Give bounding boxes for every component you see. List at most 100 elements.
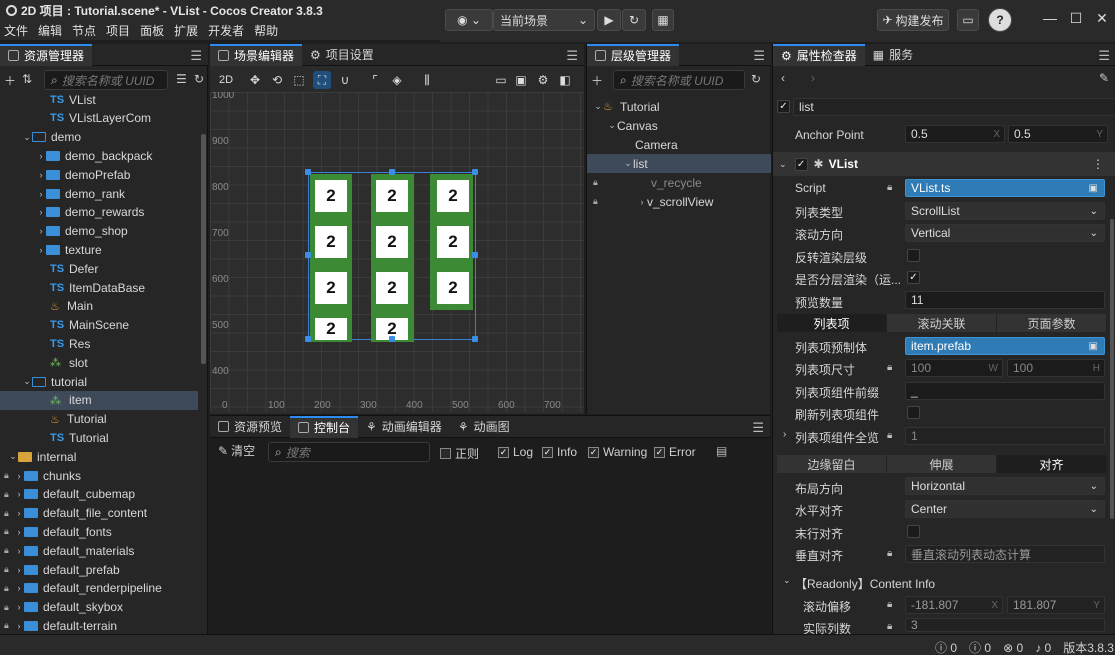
- asset-item[interactable]: › demo_backpack: [0, 146, 198, 165]
- asset-item[interactable]: ♨ Tutorial: [0, 410, 198, 429]
- tab-list-item[interactable]: 列表项: [777, 314, 887, 332]
- menu-icon[interactable]: ☰: [190, 48, 202, 64]
- asset-item[interactable]: › demo_shop: [0, 222, 198, 241]
- reverse-checkbox[interactable]: [907, 249, 920, 262]
- script-field[interactable]: VList.ts ▣: [905, 179, 1105, 197]
- item-width-input[interactable]: 100 W: [905, 359, 1003, 377]
- tab-page-params[interactable]: 页面参数: [997, 314, 1107, 332]
- component-enabled-checkbox[interactable]: ✓: [794, 157, 808, 171]
- filter-warning[interactable]: ✓ Warning: [588, 445, 647, 459]
- asset-item[interactable]: 🔒︎ › default-terrain: [0, 616, 198, 635]
- camera-icon[interactable]: ▣: [512, 71, 530, 89]
- more-icon[interactable]: ⋮: [1092, 157, 1104, 171]
- resize-handle[interactable]: [305, 336, 311, 342]
- regex-checkbox[interactable]: 正则: [440, 445, 479, 462]
- play-button[interactable]: ▶: [597, 9, 621, 31]
- notification-count[interactable]: ♪ 0: [1035, 641, 1051, 655]
- asset-item[interactable]: 🔒︎ › default_renderpipeline: [0, 579, 198, 598]
- tab-service[interactable]: ▦ 服务: [865, 44, 921, 66]
- layout-dir-select[interactable]: Horizontal ⌄: [905, 477, 1105, 495]
- node-canvas[interactable]: ⌄ Canvas: [587, 116, 771, 135]
- last-row-checkbox[interactable]: [907, 525, 920, 538]
- menu-node[interactable]: 节点: [72, 22, 96, 39]
- tab-scene-editor[interactable]: 场景编辑器: [210, 43, 303, 66]
- gizmo-icon[interactable]: ◧: [556, 71, 574, 89]
- error-count[interactable]: ⊗ 0: [1003, 641, 1023, 655]
- asset-item[interactable]: ⌄ tutorial: [0, 372, 198, 391]
- add-icon[interactable]: ＋: [4, 72, 16, 89]
- tab-animation-graph[interactable]: ⚘ 动画图: [450, 416, 518, 438]
- menu-icon[interactable]: ☰: [1098, 48, 1110, 64]
- chevron-right-icon[interactable]: ›: [783, 429, 786, 440]
- tab-inspector[interactable]: ⚙ 属性检查器: [773, 43, 865, 66]
- list-item-cell[interactable]: 2: [315, 226, 347, 258]
- chevron-down-icon[interactable]: ⌄: [783, 575, 791, 586]
- list-item-cell[interactable]: 2: [376, 180, 408, 212]
- pin-icon[interactable]: ✎: [1099, 71, 1109, 85]
- scrollbar[interactable]: [1110, 219, 1114, 519]
- node-name-input[interactable]: list: [793, 98, 1115, 116]
- list-type-select[interactable]: ScrollList ⌄: [905, 202, 1105, 220]
- filter-info[interactable]: ✓ Info: [542, 445, 577, 459]
- list-item-cell[interactable]: 2: [315, 272, 347, 304]
- clear-button[interactable]: ✎ 清空: [218, 442, 255, 459]
- list-item-cell[interactable]: 2: [315, 318, 347, 340]
- asset-item[interactable]: TS MainScene: [0, 316, 198, 335]
- magnet-icon[interactable]: ∪: [336, 71, 354, 89]
- tab-align[interactable]: 对齐: [997, 455, 1107, 473]
- list-item-cell[interactable]: 2: [437, 226, 469, 258]
- help-button[interactable]: ?: [988, 8, 1012, 32]
- list-item-cell[interactable]: 2: [437, 180, 469, 212]
- tab-hierarchy[interactable]: 层级管理器: [587, 43, 680, 66]
- list-item-cell[interactable]: 2: [437, 272, 469, 304]
- node-list[interactable]: ⌄ list: [587, 154, 771, 173]
- open-folder-button[interactable]: ▭: [957, 9, 979, 31]
- asset-item[interactable]: 🔒︎ › default_prefab: [0, 560, 198, 579]
- asset-item[interactable]: TS Res: [0, 334, 198, 353]
- scroll-dir-select[interactable]: Vertical ⌄: [905, 224, 1105, 242]
- refresh-button[interactable]: ↻: [622, 9, 646, 31]
- forward-icon[interactable]: ›: [811, 71, 815, 85]
- asset-item[interactable]: › demo_rewards: [0, 203, 198, 222]
- align-icon[interactable]: ⫼: [418, 71, 436, 89]
- scrollbar[interactable]: [201, 134, 206, 364]
- list-item-cell[interactable]: 2: [315, 180, 347, 212]
- menu-developer[interactable]: 开发者: [208, 22, 244, 39]
- global-icon[interactable]: ◈: [388, 71, 406, 89]
- asset-item[interactable]: › texture: [0, 240, 198, 259]
- maximize-button[interactable]: ☐: [1066, 10, 1086, 27]
- asset-item[interactable]: 🔒︎ › default_file_content: [0, 504, 198, 523]
- snap-icon[interactable]: ▭: [492, 71, 510, 89]
- prefab-field[interactable]: item.prefab ▣: [905, 337, 1105, 355]
- node-v-recycle[interactable]: 🔒︎ v_recycle: [587, 173, 771, 192]
- tab-asset-preview[interactable]: 资源预览: [210, 416, 290, 438]
- resize-handle[interactable]: [389, 169, 395, 175]
- info-count[interactable]: ⓘ 0: [935, 639, 957, 655]
- filter-log[interactable]: ✓ Log: [498, 445, 533, 459]
- settings-icon[interactable]: ⚙: [534, 71, 552, 89]
- asset-item[interactable]: ♨ Main: [0, 297, 198, 316]
- asset-search-input[interactable]: ⌕ 搜索名称或 UUID: [44, 70, 168, 90]
- refresh-icon[interactable]: ↻: [194, 72, 204, 86]
- close-button[interactable]: ✕: [1092, 10, 1112, 27]
- asset-item[interactable]: › demo_rank: [0, 184, 198, 203]
- asset-item[interactable]: TS ItemDataBase: [0, 278, 198, 297]
- layered-checkbox[interactable]: ✓: [907, 271, 920, 284]
- resize-handle[interactable]: [472, 169, 478, 175]
- node-tutorial[interactable]: ⌄ ♨ Tutorial: [587, 97, 771, 116]
- lock-icon[interactable]: 🔒︎: [593, 177, 603, 188]
- refresh-checkbox[interactable]: [907, 406, 920, 419]
- menu-icon[interactable]: ☰: [752, 420, 764, 436]
- hierarchy-search-input[interactable]: ⌕ 搜索名称或 UUID: [613, 70, 745, 90]
- resize-handle[interactable]: [305, 252, 311, 258]
- mode-2d-toggle[interactable]: 2D: [216, 71, 236, 89]
- preview-count-input[interactable]: 11: [905, 291, 1105, 309]
- tab-animation-editor[interactable]: ⚘ 动画编辑器: [358, 416, 450, 438]
- qrcode-button[interactable]: ▦: [652, 9, 674, 31]
- tab-project-settings[interactable]: ⚙ 项目设置: [302, 44, 382, 66]
- scale-tool-icon[interactable]: ⬚: [290, 71, 308, 89]
- asset-item[interactable]: ⁂ item: [0, 390, 198, 410]
- asset-item[interactable]: 🔒︎ › default_skybox: [0, 598, 198, 617]
- menu-edit[interactable]: 编辑: [38, 22, 62, 39]
- node-v-scrollview[interactable]: 🔒︎ › v_scrollView: [587, 192, 771, 211]
